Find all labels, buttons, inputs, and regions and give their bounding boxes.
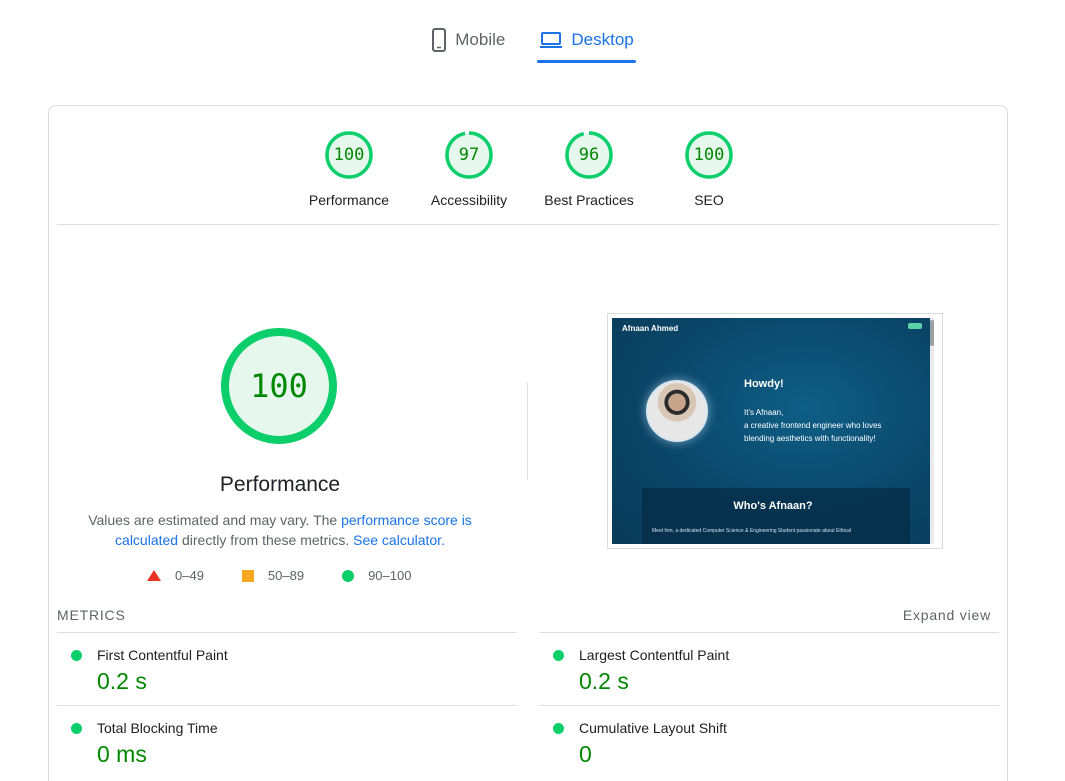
performance-gauge: 100: [219, 326, 339, 446]
divider: [57, 224, 999, 225]
legend-average: 50–89: [241, 568, 305, 583]
site-menu-badge: [908, 323, 922, 329]
metric-largest-contentful-paint: Largest Contentful Paint 0.2 s: [539, 632, 999, 705]
metric-total-blocking-time: Total Blocking Time 0 ms: [57, 705, 517, 778]
metric-name: Total Blocking Time: [97, 720, 218, 736]
triangle-icon: [147, 570, 161, 581]
metric-name: First Contentful Paint: [97, 647, 228, 663]
metric-value: 0.2 s: [97, 668, 147, 694]
performance-score: 100: [250, 367, 308, 405]
report-card: 100 Performance 97 Accessibility 96 Best…: [48, 105, 1008, 781]
score-ring: 97: [444, 130, 494, 180]
performance-title: Performance: [219, 473, 341, 496]
gauge-best-practices[interactable]: 96 Best Practices: [529, 130, 649, 208]
intro-line: It's Afnaan,: [744, 408, 784, 417]
gauge-accessibility[interactable]: 97 Accessibility: [409, 130, 529, 208]
score-ring: 96: [564, 130, 614, 180]
score-ring: 100: [324, 130, 374, 180]
desc-text: directly from these metrics.: [178, 532, 354, 548]
pass-circle-icon: [553, 650, 564, 661]
tab-desktop[interactable]: Desktop: [537, 26, 637, 63]
device-tabs: Mobile Desktop: [0, 26, 1065, 63]
gauge-label: Best Practices: [544, 192, 634, 208]
site-section-text: Meet him, a dedicated Computer Science &…: [652, 528, 852, 534]
score-legend: 0–49 50–89 90–100: [147, 568, 411, 583]
legend-range: 90–100: [368, 568, 412, 583]
gauge-seo[interactable]: 100 SEO: [649, 130, 769, 208]
site-brand: Afnaan Ahmed: [622, 324, 679, 333]
site-panel: [642, 488, 910, 544]
score-value: 96: [578, 145, 600, 165]
screenshot-image: Afnaan Ahmed Howdy! It's Afnaan, a creat…: [612, 318, 934, 544]
expand-view-button[interactable]: Expand view: [903, 607, 991, 623]
mobile-phone-icon: [431, 28, 447, 52]
gauge-performance[interactable]: 100 Performance: [289, 130, 409, 208]
metric-value: 0.2 s: [579, 668, 629, 694]
category-gauges: 100 Performance 97 Accessibility 96 Best…: [49, 130, 1009, 208]
metrics-header: METRICS Expand view: [57, 607, 991, 623]
metrics-grid: First Contentful Paint 0.2 s Largest Con…: [57, 632, 999, 778]
performance-description: Values are estimated and may vary. The p…: [79, 510, 481, 550]
metric-name: Largest Contentful Paint: [579, 647, 730, 663]
metric-value: 0 ms: [97, 741, 147, 767]
desc-text: Values are estimated and may vary. The: [88, 512, 342, 528]
score-value: 100: [333, 145, 365, 165]
tab-desktop-label: Desktop: [571, 30, 634, 49]
metric-first-contentful-paint: First Contentful Paint 0.2 s: [57, 632, 517, 705]
gauge-label: Accessibility: [430, 192, 508, 208]
site-section-title: Who's Afnaan?: [733, 500, 813, 512]
metric-name: Cumulative Layout Shift: [579, 720, 727, 736]
pass-circle-icon: [553, 723, 564, 734]
tab-mobile[interactable]: Mobile: [429, 26, 507, 62]
tab-mobile-label: Mobile: [455, 30, 506, 49]
legend-range: 0–49: [175, 568, 204, 583]
scrollbar-thumb: [930, 320, 934, 346]
gauge-label: Performance: [308, 192, 390, 208]
score-ring: 100: [684, 130, 734, 180]
circle-icon: [342, 569, 355, 582]
vertical-divider: [527, 382, 528, 480]
metric-cumulative-layout-shift: Cumulative Layout Shift 0: [539, 705, 999, 778]
legend-fail: 0–49: [147, 568, 204, 583]
metrics-heading: METRICS: [57, 607, 126, 623]
score-value: 97: [458, 145, 480, 165]
gauge-label: SEO: [694, 192, 724, 208]
intro-line: a creative frontend engineer who loves: [744, 421, 882, 430]
pass-circle-icon: [71, 723, 82, 734]
site-heading: Howdy!: [744, 378, 784, 390]
pass-circle-icon: [71, 650, 82, 661]
square-icon: [241, 569, 254, 582]
avatar: [646, 380, 708, 442]
metric-value: 0: [579, 741, 592, 767]
score-value: 100: [693, 145, 725, 165]
site-intro: It's Afnaan, a creative frontend enginee…: [744, 406, 924, 445]
see-calculator-link[interactable]: See calculator.: [353, 532, 445, 548]
final-screenshot[interactable]: Afnaan Ahmed Howdy! It's Afnaan, a creat…: [607, 313, 943, 549]
legend-pass: 90–100: [342, 568, 411, 583]
laptop-icon: [539, 31, 563, 49]
intro-line: blending aesthetics with functionality!: [744, 434, 876, 443]
legend-range: 50–89: [267, 568, 305, 583]
